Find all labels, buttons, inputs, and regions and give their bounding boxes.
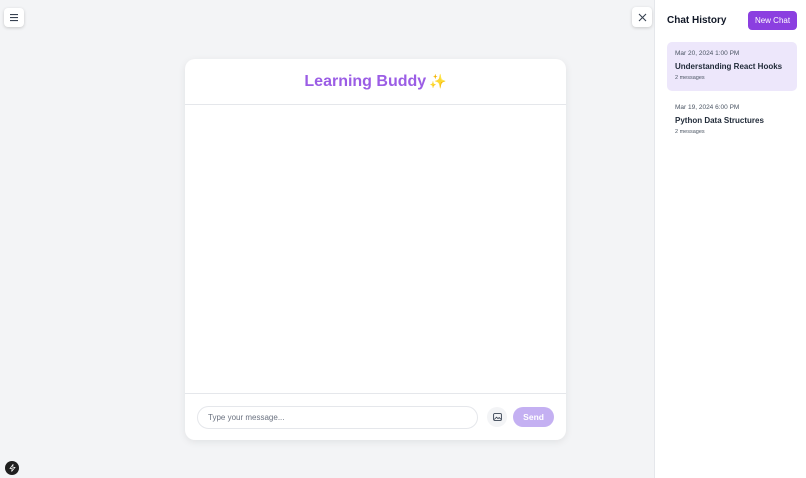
history-title: Understanding React Hooks xyxy=(675,62,783,71)
history-date: Mar 19, 2024 6:00 PM xyxy=(675,104,740,111)
input-bar: Send xyxy=(185,393,566,440)
history-list: Mar 20, 2024 1:00 PM Understanding React… xyxy=(667,42,797,150)
chat-card: Learning Buddy ✨ Send xyxy=(185,59,566,440)
sparkles-icon: ✨ xyxy=(429,73,447,89)
message-input[interactable] xyxy=(197,405,479,429)
history-message-count: 2 messages xyxy=(675,129,705,135)
image-upload-button[interactable] xyxy=(487,407,508,427)
bolt-icon xyxy=(8,464,16,472)
chat-history-sidebar: Chat History New Chat Mar 20, 2024 1:00 … xyxy=(654,0,806,478)
menu-button[interactable] xyxy=(4,8,24,27)
history-title: Python Data Structures xyxy=(675,116,764,125)
send-button[interactable]: Send xyxy=(513,407,554,427)
chat-header: Learning Buddy ✨ xyxy=(185,59,566,105)
history-item[interactable]: Mar 19, 2024 6:00 PM Python Data Structu… xyxy=(667,96,797,145)
close-sidebar-button[interactable] xyxy=(632,7,652,27)
history-date: Mar 20, 2024 1:00 PM xyxy=(675,50,740,57)
close-icon xyxy=(638,13,646,21)
history-item[interactable]: Mar 20, 2024 1:00 PM Understanding React… xyxy=(667,42,797,91)
history-message-count: 2 messages xyxy=(675,75,705,81)
sidebar-title: Chat History xyxy=(667,15,727,26)
message-area xyxy=(185,105,566,393)
chat-title: Learning Buddy xyxy=(304,72,427,90)
new-chat-button[interactable]: New Chat xyxy=(748,11,797,30)
bolt-button[interactable] xyxy=(5,461,19,475)
hamburger-icon xyxy=(10,14,18,22)
image-icon xyxy=(492,413,502,421)
